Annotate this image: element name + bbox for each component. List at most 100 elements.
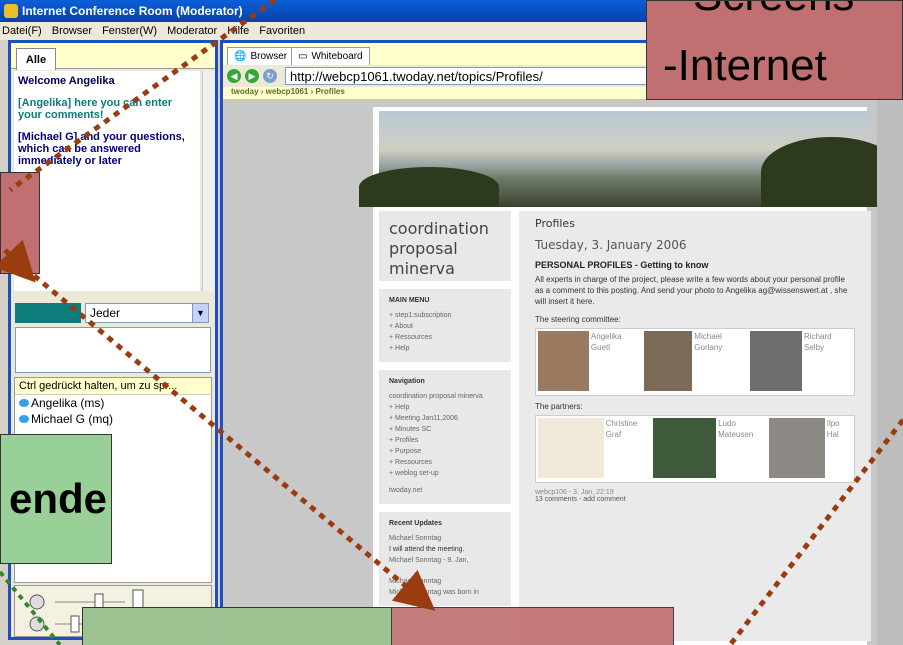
web-view-scrollbar[interactable]: [877, 99, 903, 645]
post-title: PERSONAL PROFILES - Getting to know: [535, 260, 709, 270]
tab-browser[interactable]: 🌐 Browser: [227, 47, 295, 65]
recent-item: Michael Sonntag - 9. Jan,: [389, 557, 469, 564]
user-icon: [19, 399, 29, 407]
profile-card[interactable]: Ludo Mateusen: [653, 418, 764, 480]
text-color-picker[interactable]: [15, 303, 81, 323]
chat-log: Welcome Angelika [Angelika] here you can…: [14, 71, 200, 291]
profile-card[interactable]: Michael Gorlany: [644, 331, 746, 393]
website: coordination proposal minerva MAIN MENU …: [359, 107, 901, 645]
participant-item[interactable]: Angelika (ms): [15, 395, 211, 411]
chat-message: [Michael G] and your questions, which ca…: [18, 131, 185, 167]
profile-card[interactable]: Richard Selby: [750, 331, 852, 393]
post-date: Tuesday, 3. January 2006: [535, 238, 687, 252]
profile-name: Richard Selby: [804, 332, 832, 352]
chat-scrollbar[interactable]: [202, 71, 214, 291]
web-view: coordination proposal minerva MAIN MENU …: [223, 99, 903, 645]
window-title: Internet Conference Room (Moderator): [22, 4, 243, 18]
nav-link[interactable]: coordination proposal minerva: [389, 391, 501, 402]
header-photo: [359, 111, 901, 207]
main-menu-box: MAIN MENU + step1:subscription + About +…: [379, 289, 511, 362]
callout-box-green: ende: [0, 434, 112, 564]
profile-name: Ilpo Hal: [826, 419, 840, 439]
profile-photo: [653, 418, 717, 478]
participant-name: Michael G (mq): [31, 412, 114, 426]
chat-input[interactable]: [15, 327, 211, 373]
tab-alle[interactable]: Alle: [16, 48, 56, 70]
recipient-select[interactable]: Jeder ▼: [85, 303, 209, 323]
committee-row: Angelika Guetl Michael Gorlany Richard S…: [535, 328, 855, 396]
nav-link[interactable]: + weblog set-up: [389, 468, 501, 479]
chat-welcome: Welcome Angelika: [18, 75, 115, 87]
chat-tab-bar: Alle: [11, 43, 215, 70]
screenshot: Internet Conference Room (Moderator) Dat…: [0, 0, 903, 645]
menu-moderator[interactable]: Moderator: [167, 25, 217, 37]
page-title: Profiles: [535, 217, 575, 230]
nav-link[interactable]: + Meeting Jan11,2006: [389, 413, 501, 424]
participant-name: Angelika (ms): [31, 396, 105, 410]
menu-fenster[interactable]: Fenster(W): [102, 25, 157, 37]
site-brand[interactable]: coordination proposal minerva: [379, 211, 511, 281]
profile-photo: [768, 418, 825, 478]
nav-link[interactable]: twoday.net: [389, 485, 501, 496]
callout-box-green: [82, 607, 392, 645]
recent-updates-box: Recent Updates Michael Sonntag I will at…: [379, 512, 511, 606]
profile-photo: [538, 418, 604, 478]
forward-icon[interactable]: ▶: [245, 69, 259, 83]
main-menu-title: MAIN MENU: [389, 297, 430, 304]
recent-item[interactable]: Michael Sonntag: [389, 576, 501, 587]
app-icon: [4, 4, 18, 18]
nav-link[interactable]: + Purpose: [389, 446, 501, 457]
partners-label: The partners:: [535, 402, 583, 411]
tab-whiteboard[interactable]: ▭ Whiteboard: [291, 47, 370, 65]
nav-link[interactable]: + Profiles: [389, 435, 501, 446]
chevron-down-icon[interactable]: ▼: [192, 304, 208, 322]
refresh-icon[interactable]: ↻: [263, 69, 277, 83]
navigation-title: Navigation: [389, 378, 425, 385]
menu-link[interactable]: + Ressources: [389, 332, 501, 343]
nav-link[interactable]: + Help: [389, 402, 501, 413]
profile-card[interactable]: Christine Graf: [538, 418, 649, 480]
participant-item[interactable]: Michael G (mq): [15, 411, 211, 427]
callout-text: ende: [8, 475, 107, 522]
nav-link[interactable]: + Ressources: [389, 457, 501, 468]
recent-item: I will attend the meeting.: [389, 546, 465, 553]
recipient-select-value: Jeder: [90, 306, 121, 320]
profile-photo: [538, 331, 589, 391]
profile-photo: [750, 331, 803, 391]
tree-shape: [359, 167, 499, 207]
recent-item[interactable]: Michael Sonntag: [389, 533, 501, 544]
tab-label: Browser: [250, 51, 288, 62]
profile-card[interactable]: Angelika Guetl: [538, 331, 640, 393]
slide-title-box: Screens -Internet: [646, 0, 903, 100]
menu-link[interactable]: + Help: [389, 343, 501, 354]
whiteboard-icon: ▭: [298, 51, 308, 62]
profile-card[interactable]: Ilpo Hal: [768, 418, 852, 480]
menu-favoriten[interactable]: Favoriten: [259, 25, 305, 37]
navigation-box: Navigation coordination proposal minerva…: [379, 370, 511, 504]
speaker-volume-thumb[interactable]: [70, 615, 80, 633]
participant-list-hint: Ctrl gedrückt halten, um zu spr...: [15, 378, 211, 395]
slide-title-line: Screens: [693, 1, 854, 21]
menu-datei[interactable]: Datei(F): [2, 25, 42, 37]
profile-name: Angelika Guetl: [590, 332, 622, 352]
url-input[interactable]: http://webcp1061.twoday.net/topics/Profi…: [285, 67, 665, 85]
menu-link[interactable]: + About: [389, 321, 501, 332]
speaker-icon: [29, 616, 45, 632]
profile-name: Ludo Mateusen: [718, 419, 754, 439]
menu-browser[interactable]: Browser: [52, 25, 92, 37]
profile-name: Christine Graf: [605, 419, 638, 439]
user-icon: [19, 415, 29, 423]
menu-link[interactable]: + step1:subscription: [389, 310, 501, 321]
profile-photo: [644, 331, 693, 391]
post-footer: webcp106 - 3. Jan, 22:19: [535, 489, 614, 496]
browser-pane: 🌐 Browser ▭ Whiteboard ◀ ▶ ↻ http://webc…: [220, 40, 903, 645]
tab-label: Whiteboard: [311, 51, 363, 62]
menu-hilfe[interactable]: Hilfe: [227, 25, 249, 37]
site-sidebar: coordination proposal minerva MAIN MENU …: [379, 211, 511, 641]
partners-row: Christine Graf Ludo Mateusen Ilpo Hal: [535, 415, 855, 483]
chat-message: [Angelika] here you can enter your comme…: [18, 97, 173, 121]
site-content: Profiles Tuesday, 3. January 2006 PERSON…: [519, 211, 871, 641]
back-icon[interactable]: ◀: [227, 69, 241, 83]
comments-link[interactable]: 13 comments - add comment: [535, 496, 855, 503]
nav-link[interactable]: + Minutes SC: [389, 424, 501, 435]
